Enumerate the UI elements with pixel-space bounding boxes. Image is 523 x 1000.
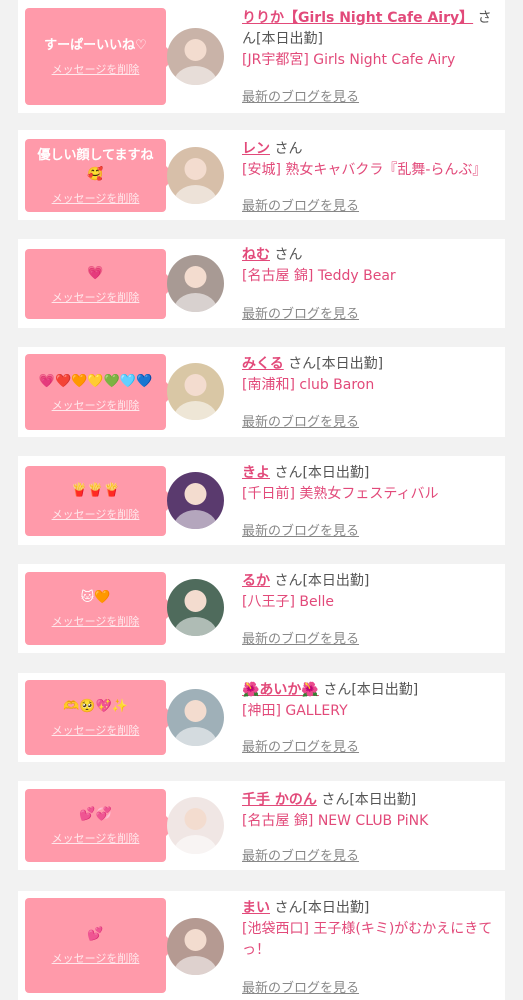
message-card: 🫶🥺💖✨ メッセージを削除 🌺あいか🌺 さん[本日出勤] [神田] GALLER… bbox=[18, 673, 505, 762]
name-line: るか さん[本日出勤] bbox=[242, 571, 495, 592]
cast-name-link[interactable]: レン bbox=[242, 141, 270, 157]
message-bubble: すーぱーいいね♡ メッセージを削除 bbox=[25, 8, 176, 105]
cast-name-link[interactable]: まい bbox=[242, 900, 270, 916]
message-text: 💗❤️🧡💛💚🩵💙 bbox=[38, 373, 153, 389]
cast-suffix: さん[本日出勤] bbox=[288, 356, 384, 372]
cast-suffix: さん[本日出勤] bbox=[274, 900, 370, 916]
cast-name-link[interactable]: みくる bbox=[242, 356, 284, 372]
message-bubble: 💕💞 メッセージを削除 bbox=[25, 789, 176, 862]
cast-name-link[interactable]: りりか【Girls Night Cafe Airy】 bbox=[242, 10, 473, 26]
message-text: 🐱🧡 bbox=[80, 590, 111, 605]
delete-message-link[interactable]: メッセージを削除 bbox=[52, 830, 140, 846]
delete-message-link[interactable]: メッセージを削除 bbox=[52, 506, 140, 522]
cast-suffix: さん[本日出勤] bbox=[274, 465, 370, 481]
cast-suffix: さん[本日出勤] bbox=[274, 573, 370, 589]
avatar[interactable] bbox=[167, 689, 224, 746]
name-line: 千手 かのん さん[本日出勤] bbox=[242, 790, 495, 811]
profile-info: みくる さん[本日出勤] [南浦和] club Baron 最新のブログを見る bbox=[242, 354, 495, 437]
message-card: 💗❤️🧡💛💚🩵💙 メッセージを削除 みくる さん[本日出勤] [南浦和] clu… bbox=[18, 347, 505, 437]
message-text: すーぱーいいね♡ bbox=[44, 38, 147, 53]
shop-link[interactable]: [名古屋 錦] NEW CLUB PiNK bbox=[242, 811, 495, 832]
profile-info: 千手 かのん さん[本日出勤] [名古屋 錦] NEW CLUB PiNK 最新… bbox=[242, 790, 495, 870]
shop-link[interactable]: [JR宇都宮] Girls Night Cafe Airy bbox=[242, 50, 495, 71]
message-bubble: 優しい顔してますね🥰 メッセージを削除 bbox=[25, 139, 176, 212]
message-text: 🍟🍟🍟 bbox=[71, 482, 120, 498]
latest-blog-link[interactable]: 最新のブログを見る bbox=[242, 411, 359, 430]
message-card: 🍟🍟🍟 メッセージを削除 きよ さん[本日出勤] [千日前] 美熟女フェスティバ… bbox=[18, 456, 505, 545]
latest-blog-link[interactable]: 最新のブログを見る bbox=[242, 86, 359, 105]
delete-message-link[interactable]: メッセージを削除 bbox=[52, 397, 140, 413]
profile-info: レン さん [安城] 熟女キャバクラ『乱舞-らんぶ』 最新のブログを見る bbox=[242, 139, 495, 220]
cast-name-link[interactable]: きよ bbox=[242, 465, 270, 481]
name-line: りりか【Girls Night Cafe Airy】 さん[本日出勤] bbox=[242, 8, 495, 50]
avatar[interactable] bbox=[167, 472, 224, 529]
name-line: レン さん bbox=[242, 139, 495, 160]
avatar[interactable] bbox=[167, 28, 224, 85]
latest-blog-link[interactable]: 最新のブログを見る bbox=[242, 520, 359, 539]
message-card: 💕 メッセージを削除 まい さん[本日出勤] [池袋西口] 王子様(キミ)がむか… bbox=[18, 891, 505, 1000]
shop-link[interactable]: [南浦和] club Baron bbox=[242, 375, 495, 396]
message-bubble: 🐱🧡 メッセージを削除 bbox=[25, 572, 176, 645]
shop-link[interactable]: [名古屋 錦] Teddy Bear bbox=[242, 266, 495, 287]
cast-suffix: さん bbox=[274, 247, 303, 263]
name-line: ねむ さん bbox=[242, 245, 495, 266]
delete-message-link[interactable]: メッセージを削除 bbox=[52, 950, 140, 966]
message-text: 💕 bbox=[87, 927, 104, 942]
delete-message-link[interactable]: メッセージを削除 bbox=[52, 289, 140, 305]
message-card: 💗 メッセージを削除 ねむ さん [名古屋 錦] Teddy Bear 最新のブ… bbox=[18, 239, 505, 328]
cast-name-link[interactable]: 千手 かのん bbox=[242, 792, 317, 808]
shop-link[interactable]: [安城] 熟女キャバクラ『乱舞-らんぶ』 bbox=[242, 160, 495, 181]
message-bubble: 🍟🍟🍟 メッセージを削除 bbox=[25, 466, 176, 536]
message-text: 💕💞 bbox=[79, 807, 112, 822]
message-bubble: 💗 メッセージを削除 bbox=[25, 249, 176, 319]
message-text: 🫶🥺💖✨ bbox=[63, 699, 128, 714]
latest-blog-link[interactable]: 最新のブログを見る bbox=[242, 195, 359, 214]
profile-info: りりか【Girls Night Cafe Airy】 さん[本日出勤] [JR宇… bbox=[242, 8, 495, 113]
name-line: きよ さん[本日出勤] bbox=[242, 463, 495, 484]
message-list: すーぱーいいね♡ メッセージを削除 りりか【Girls Night Cafe A… bbox=[0, 0, 523, 1000]
message-text: 💗 bbox=[87, 265, 104, 281]
cast-suffix: さん[本日出勤] bbox=[323, 682, 419, 698]
latest-blog-link[interactable]: 最新のブログを見る bbox=[242, 736, 359, 755]
name-line: みくる さん[本日出勤] bbox=[242, 354, 495, 375]
avatar[interactable] bbox=[167, 918, 224, 975]
shop-link[interactable]: [千日前] 美熟女フェスティバル bbox=[242, 484, 495, 505]
message-text: 優しい顔してますね🥰 bbox=[37, 147, 154, 182]
profile-info: 🌺あいか🌺 さん[本日出勤] [神田] GALLERY 最新のブログを見る bbox=[242, 680, 495, 762]
avatar[interactable] bbox=[167, 363, 224, 420]
cast-name-link[interactable]: ねむ bbox=[242, 247, 270, 263]
delete-message-link[interactable]: メッセージを削除 bbox=[52, 613, 140, 629]
delete-message-link[interactable]: メッセージを削除 bbox=[52, 722, 140, 738]
shop-link[interactable]: [八王子] Belle bbox=[242, 592, 495, 613]
message-bubble: 💗❤️🧡💛💚🩵💙 メッセージを削除 bbox=[25, 354, 176, 430]
latest-blog-link[interactable]: 最新のブログを見る bbox=[242, 303, 359, 322]
cast-suffix: さん bbox=[274, 141, 303, 157]
avatar[interactable] bbox=[167, 579, 224, 636]
message-card: 優しい顔してますね🥰 メッセージを削除 レン さん [安城] 熟女キャバクラ『乱… bbox=[18, 130, 505, 220]
profile-info: まい さん[本日出勤] [池袋西口] 王子様(キミ)がむかえにきてっ！ 最新のブ… bbox=[242, 898, 495, 1000]
profile-info: るか さん[本日出勤] [八王子] Belle 最新のブログを見る bbox=[242, 571, 495, 653]
cast-suffix: さん[本日出勤] bbox=[321, 792, 417, 808]
cast-name-link[interactable]: るか bbox=[242, 573, 270, 589]
profile-info: ねむ さん [名古屋 錦] Teddy Bear 最新のブログを見る bbox=[242, 245, 495, 328]
name-line: 🌺あいか🌺 さん[本日出勤] bbox=[242, 680, 495, 701]
avatar[interactable] bbox=[167, 147, 224, 204]
shop-link[interactable]: [神田] GALLERY bbox=[242, 701, 495, 722]
delete-message-link[interactable]: メッセージを削除 bbox=[52, 61, 140, 77]
avatar[interactable] bbox=[167, 797, 224, 854]
shop-link[interactable]: [池袋西口] 王子様(キミ)がむかえにきてっ！ bbox=[242, 919, 495, 961]
latest-blog-link[interactable]: 最新のブログを見る bbox=[242, 977, 359, 996]
delete-message-link[interactable]: メッセージを削除 bbox=[52, 190, 140, 206]
profile-info: きよ さん[本日出勤] [千日前] 美熟女フェスティバル 最新のブログを見る bbox=[242, 463, 495, 545]
avatar[interactable] bbox=[167, 255, 224, 312]
name-line: まい さん[本日出勤] bbox=[242, 898, 495, 919]
latest-blog-link[interactable]: 最新のブログを見る bbox=[242, 628, 359, 647]
cast-name-link[interactable]: 🌺あいか🌺 bbox=[242, 682, 319, 698]
message-card: 💕💞 メッセージを削除 千手 かのん さん[本日出勤] [名古屋 錦] NEW … bbox=[18, 781, 505, 870]
latest-blog-link[interactable]: 最新のブログを見る bbox=[242, 845, 359, 864]
message-card: すーぱーいいね♡ メッセージを削除 りりか【Girls Night Cafe A… bbox=[18, 0, 505, 113]
message-bubble: 💕 メッセージを削除 bbox=[25, 898, 176, 993]
message-bubble: 🫶🥺💖✨ メッセージを削除 bbox=[25, 680, 176, 755]
message-card: 🐱🧡 メッセージを削除 るか さん[本日出勤] [八王子] Belle 最新のブ… bbox=[18, 564, 505, 653]
